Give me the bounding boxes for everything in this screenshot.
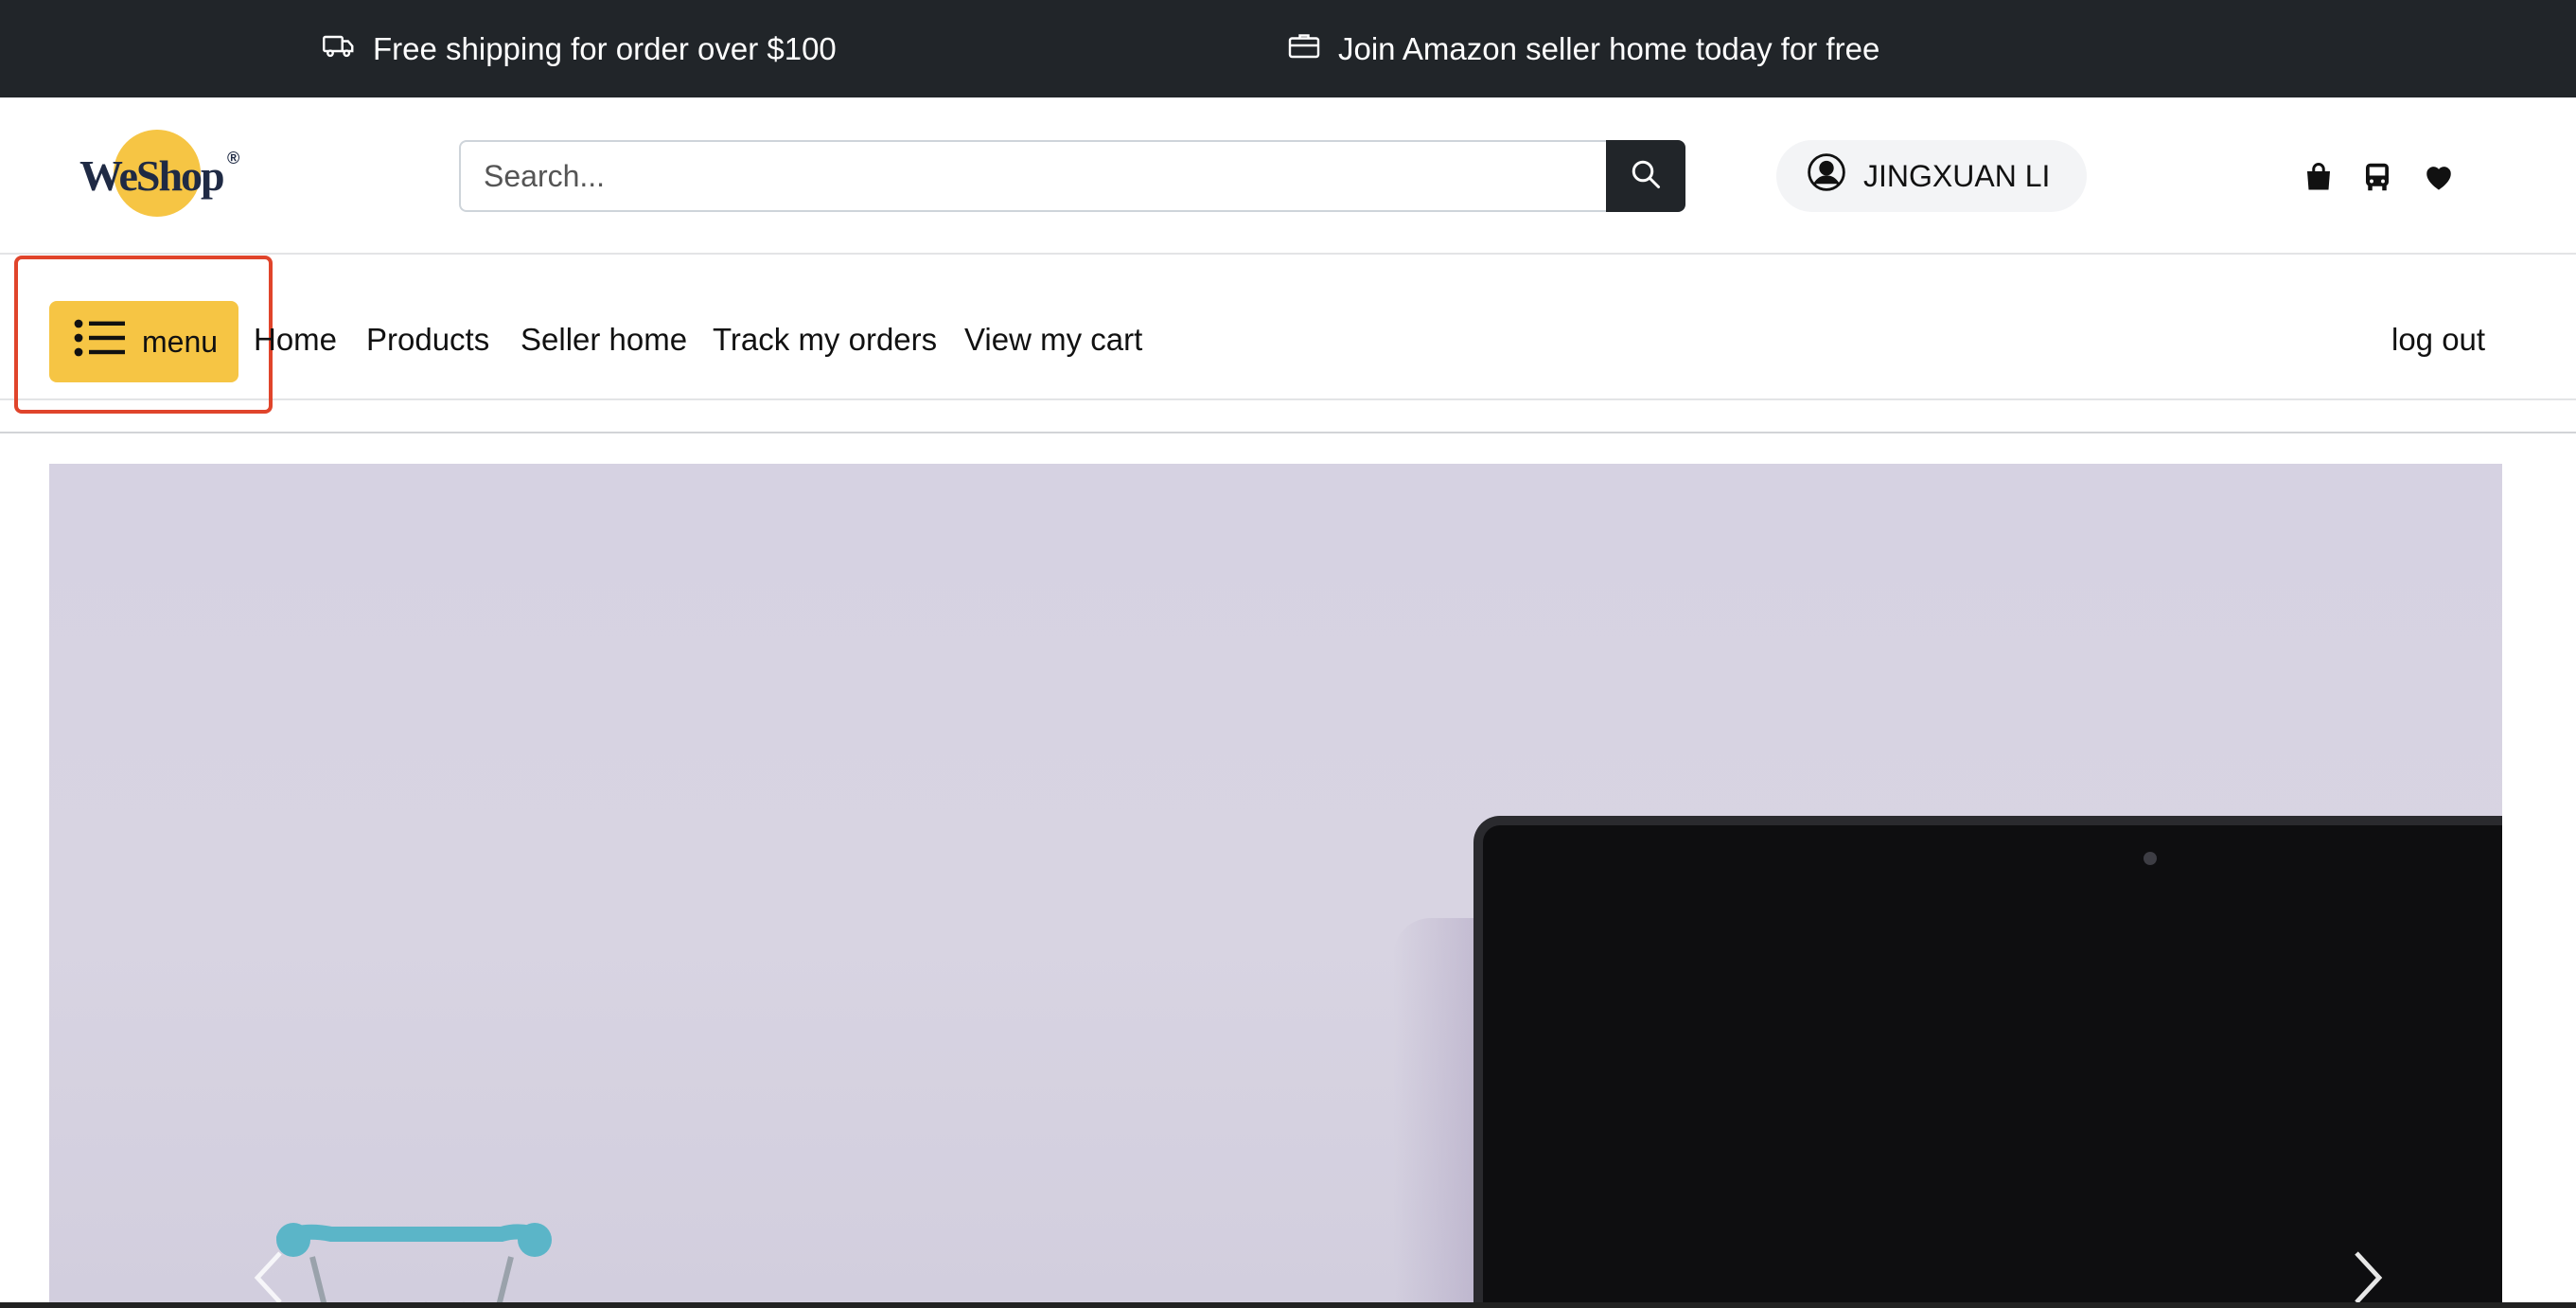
search-input[interactable] [459, 140, 1606, 212]
nav-link-products[interactable]: Products [366, 322, 489, 358]
bottom-edge [0, 1302, 2576, 1308]
logo-registered-mark: ® [227, 149, 240, 168]
nav-link-track-orders[interactable]: Track my orders [713, 322, 937, 358]
heart-icon[interactable] [2422, 160, 2456, 194]
search-icon [1629, 157, 1663, 196]
user-circle-icon [1807, 152, 1846, 200]
user-account-button[interactable]: JINGXUAN LI [1776, 140, 2087, 212]
search-button[interactable] [1606, 140, 1685, 212]
header-divider [0, 432, 2576, 433]
hero-carousel [49, 464, 2502, 1308]
bus-icon[interactable] [2360, 160, 2394, 194]
promo-seller: Join Amazon seller home today for free [1287, 0, 1879, 97]
site-header: WeShop ® JINGXUAN LI [0, 97, 2576, 255]
shopping-bag-icon[interactable] [2302, 160, 2336, 194]
logo-wordmark: WeShop [79, 151, 225, 200]
nav-link-home[interactable]: Home [254, 322, 337, 358]
nav-link-view-cart[interactable]: View my cart [964, 322, 1142, 358]
carousel-prev-button[interactable] [250, 1249, 288, 1306]
search-bar [459, 140, 1685, 212]
menu-highlight-box [14, 256, 273, 414]
briefcase-icon [1287, 28, 1321, 70]
nav-link-seller-home[interactable]: Seller home [520, 322, 687, 358]
logout-link[interactable]: log out [2391, 322, 2485, 358]
user-name: JINGXUAN LI [1863, 158, 2051, 193]
shopping-cart-image [276, 1223, 552, 1308]
promo-shipping: Free shipping for order over $100 [322, 0, 837, 97]
carousel-next-button[interactable] [2349, 1249, 2387, 1306]
laptop-camera [2144, 852, 2157, 865]
promo-shipping-text: Free shipping for order over $100 [373, 30, 837, 66]
truck-icon [322, 28, 356, 70]
weshop-logo[interactable]: WeShop ® [78, 128, 248, 217]
promo-bar: Free shipping for order over $100 Join A… [0, 0, 2576, 97]
laptop-image [1473, 816, 2502, 1308]
promo-seller-text: Join Amazon seller home today for free [1338, 30, 1880, 66]
